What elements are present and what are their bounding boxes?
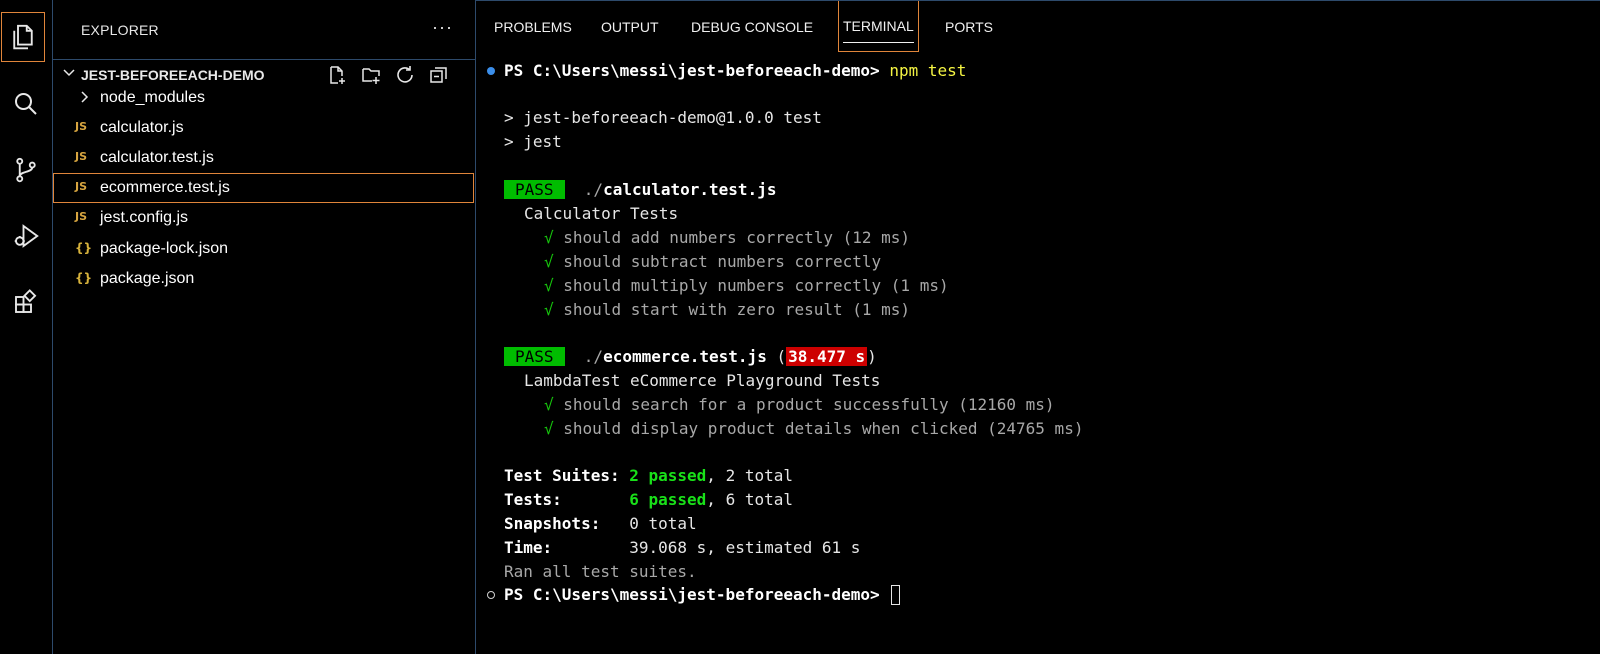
run-debug-icon (14, 224, 39, 248)
activity-bar (0, 0, 53, 654)
pass-badge: PASS (504, 180, 565, 199)
tree-item-ecommerce-test-js[interactable]: JS ecommerce.test.js (53, 173, 474, 203)
source-control-icon (16, 157, 36, 183)
terminal-output[interactable]: PS C:\Users\messi\jest-beforeeach-demo> … (476, 57, 1600, 654)
bottom-panel: PROBLEMS OUTPUT DEBUG CONSOLE TERMINAL P… (476, 0, 1600, 654)
tree-item-jest-config-js[interactable]: JS jest.config.js (53, 203, 474, 233)
pass-badge: PASS (504, 347, 565, 366)
test-result-line: √ should start with zero result (1 ms) (544, 300, 911, 319)
test-result-line: √ should subtract numbers correctly (544, 252, 882, 271)
suite-name: LambdaTest eCommerce Playground Tests (524, 371, 881, 390)
tree-item-label: package.json (100, 270, 195, 287)
terminal-line-script: > jest (504, 132, 562, 151)
tab-problems[interactable]: PROBLEMS (490, 1, 576, 51)
tree-item-label: node_modules (100, 89, 205, 106)
tree-item-label: ecommerce.test.js (100, 179, 230, 196)
search-icon (15, 93, 37, 115)
tab-output[interactable]: OUTPUT (597, 1, 663, 51)
slow-time-badge: 38.477 s (786, 347, 868, 366)
summary-ran: Ran all test suites. (504, 562, 697, 581)
tree-item-package-json[interactable]: {} package.json (53, 264, 474, 294)
test-result-line: √ should multiply numbers correctly (1 m… (544, 276, 949, 295)
explorer-sidebar: EXPLORER ··· JEST-BEFOREEACH-DEMO node_m… (53, 0, 476, 654)
tree-item-calculator-js[interactable]: JS calculator.js (53, 113, 474, 143)
suite-result-line: PASS ./ecommerce.test.js (38.477 s) (504, 346, 877, 368)
terminal-cursor (891, 584, 901, 605)
command-status-dot (487, 67, 495, 75)
json-file-icon: {} (75, 241, 93, 255)
js-file-icon: JS (75, 120, 88, 133)
tree-item-label: jest.config.js (100, 209, 189, 226)
explorer-activity-button[interactable] (1, 12, 45, 62)
more-actions-icon[interactable]: ··· (432, 17, 453, 38)
summary-suites: Test Suites: 2 passed, 2 total (504, 466, 793, 485)
source-control-activity-button[interactable] (0, 144, 52, 196)
js-file-icon: JS (75, 150, 88, 163)
refresh-icon (397, 66, 413, 83)
js-file-icon: JS (75, 180, 88, 193)
new-file-icon (330, 66, 345, 84)
tree-item-calculator-test-js[interactable]: JS calculator.test.js (53, 143, 474, 173)
tab-debug-console[interactable]: DEBUG CONSOLE (687, 1, 817, 51)
prompt-status-dot (487, 591, 495, 599)
explorer-title: EXPLORER (81, 22, 159, 38)
extensions-activity-button[interactable] (0, 276, 52, 328)
workspace-folder-name: JEST-BEFOREEACH-DEMO (81, 67, 265, 83)
chevron-down-icon (63, 69, 75, 77)
test-result-line: √ should search for a product successful… (544, 395, 1055, 414)
summary-tests: Tests: 6 passed, 6 total (504, 490, 793, 509)
test-result-line: √ should display product details when cl… (544, 419, 1084, 438)
chevron-right-icon (79, 89, 91, 108)
tree-item-label: package-lock.json (100, 240, 229, 257)
json-file-icon: {} (75, 271, 93, 285)
terminal-line-prompt: PS C:\Users\messi\jest-beforeeach-demo> … (504, 61, 967, 80)
new-folder-icon (362, 68, 380, 84)
suite-result-line: PASS ./calculator.test.js (504, 179, 776, 201)
tab-terminal[interactable]: TERMINAL (838, 1, 919, 52)
tree-item-label: calculator.js (100, 119, 184, 136)
tree-item-node-modules[interactable]: node_modules (53, 83, 474, 113)
panel-tabs: PROBLEMS OUTPUT DEBUG CONSOLE TERMINAL P… (476, 0, 1600, 56)
terminal-line-final-prompt[interactable]: PS C:\Users\messi\jest-beforeeach-demo> (504, 584, 901, 606)
suite-name: Calculator Tests (524, 204, 679, 223)
tree-item-label: calculator.test.js (100, 149, 214, 166)
files-icon (13, 24, 33, 50)
js-file-icon: JS (75, 210, 88, 223)
run-debug-activity-button[interactable] (0, 210, 52, 262)
search-activity-button[interactable] (0, 78, 52, 130)
extensions-icon (15, 289, 37, 313)
tab-ports[interactable]: PORTS (941, 1, 997, 51)
terminal-line-script: > jest-beforeeach-demo@1.0.0 test (504, 108, 822, 127)
summary-time: Time: 39.068 s, estimated 61 s (504, 538, 861, 557)
explorer-header: EXPLORER ··· (53, 0, 475, 60)
tree-item-package-lock-json[interactable]: {} package-lock.json (53, 234, 474, 264)
test-result-line: √ should add numbers correctly (12 ms) (544, 228, 911, 247)
summary-snapshots: Snapshots: 0 total (504, 514, 697, 533)
collapse-all-icon (430, 67, 447, 83)
